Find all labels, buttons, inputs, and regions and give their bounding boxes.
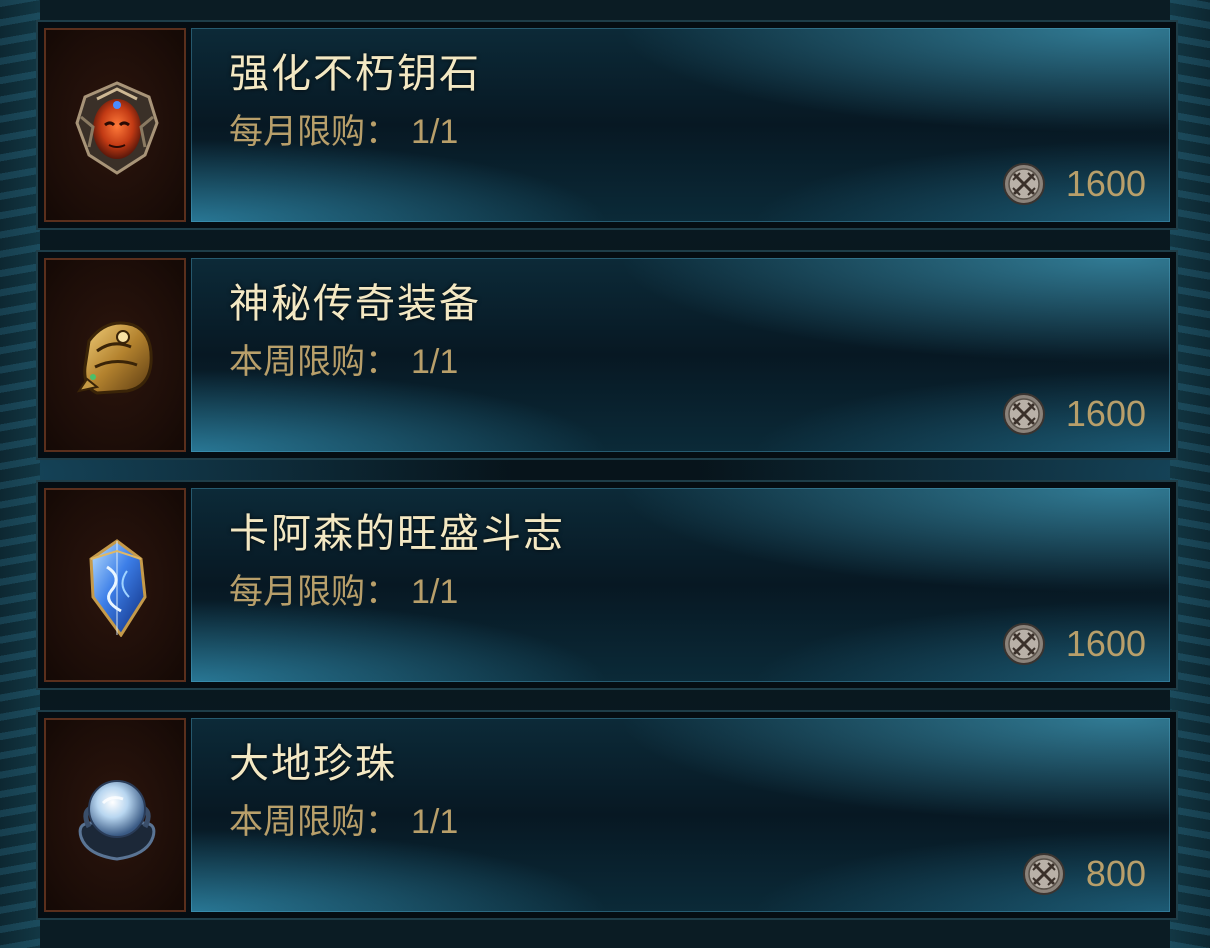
purchase-limit-label: 本周限购：: [229, 803, 399, 841]
price-value: 1600: [1065, 623, 1146, 664]
frame-right-border: [1170, 0, 1210, 948]
shop-item-card[interactable]: 大地珍珠 本周限购： 1/1 800: [36, 710, 1178, 920]
item-icon-slot: [44, 488, 186, 682]
item-icon-slot: [44, 28, 186, 222]
purchase-limit: 每月限购： 1/1: [229, 570, 458, 614]
purchase-limit: 每月限购： 1/1: [229, 110, 458, 154]
item-price: 1600: [1002, 390, 1146, 438]
shop-item-list: 强化不朽钥石 每月限购： 1/1 1600 神秘传奇装备 本周限购： 1/1 1…: [36, 14, 1178, 934]
crossed-swords-coin-icon: [1002, 392, 1046, 436]
item-icon-slot: [44, 718, 186, 912]
item-name: 强化不朽钥石: [229, 51, 481, 97]
item-info-panel: 大地珍珠 本周限购： 1/1 800: [191, 718, 1170, 912]
purchase-limit-label: 本周限购：: [229, 343, 399, 381]
purchase-limit: 本周限购： 1/1: [229, 800, 458, 844]
golden-pauldron-icon: [76, 321, 153, 395]
purchase-limit-value: 1/1: [411, 113, 459, 151]
price-value: 1600: [1065, 393, 1146, 434]
item-icon-slot: [44, 258, 186, 452]
crossed-swords-coin-icon: [1002, 162, 1046, 206]
item-price: 800: [1022, 850, 1146, 898]
price-value: 1600: [1065, 163, 1146, 204]
purchase-limit-label: 每月限购：: [229, 113, 399, 151]
purchase-limit-value: 1/1: [411, 573, 459, 611]
price-value: 800: [1085, 853, 1146, 894]
blue-crystal-icon: [89, 539, 147, 637]
item-price: 1600: [1002, 620, 1146, 668]
shop-item-card[interactable]: 强化不朽钥石 每月限购： 1/1 1600: [36, 20, 1178, 230]
frame-left-border: [0, 0, 40, 948]
earth-pearl-icon: [78, 780, 156, 861]
item-name: 卡阿森的旺盛斗志: [229, 511, 565, 557]
purchase-limit: 本周限购： 1/1: [229, 340, 458, 384]
item-info-panel: 卡阿森的旺盛斗志 每月限购： 1/1 1600: [191, 488, 1170, 682]
shop-item-card[interactable]: 卡阿森的旺盛斗志 每月限购： 1/1 1600: [36, 480, 1178, 690]
item-info-panel: 神秘传奇装备 本周限购： 1/1 1600: [191, 258, 1170, 452]
item-name: 神秘传奇装备: [229, 281, 481, 327]
crossed-swords-coin-icon: [1002, 622, 1046, 666]
shop-item-card[interactable]: 神秘传奇装备 本周限购： 1/1 1600: [36, 250, 1178, 460]
item-price: 1600: [1002, 160, 1146, 208]
purchase-limit-value: 1/1: [411, 343, 459, 381]
item-info-panel: 强化不朽钥石 每月限购： 1/1 1600: [191, 28, 1170, 222]
purchase-limit-value: 1/1: [411, 803, 459, 841]
demon-helm-icon: [75, 81, 159, 175]
purchase-limit-label: 每月限购：: [229, 573, 399, 611]
crossed-swords-coin-icon: [1022, 852, 1066, 896]
item-name: 大地珍珠: [229, 741, 397, 787]
